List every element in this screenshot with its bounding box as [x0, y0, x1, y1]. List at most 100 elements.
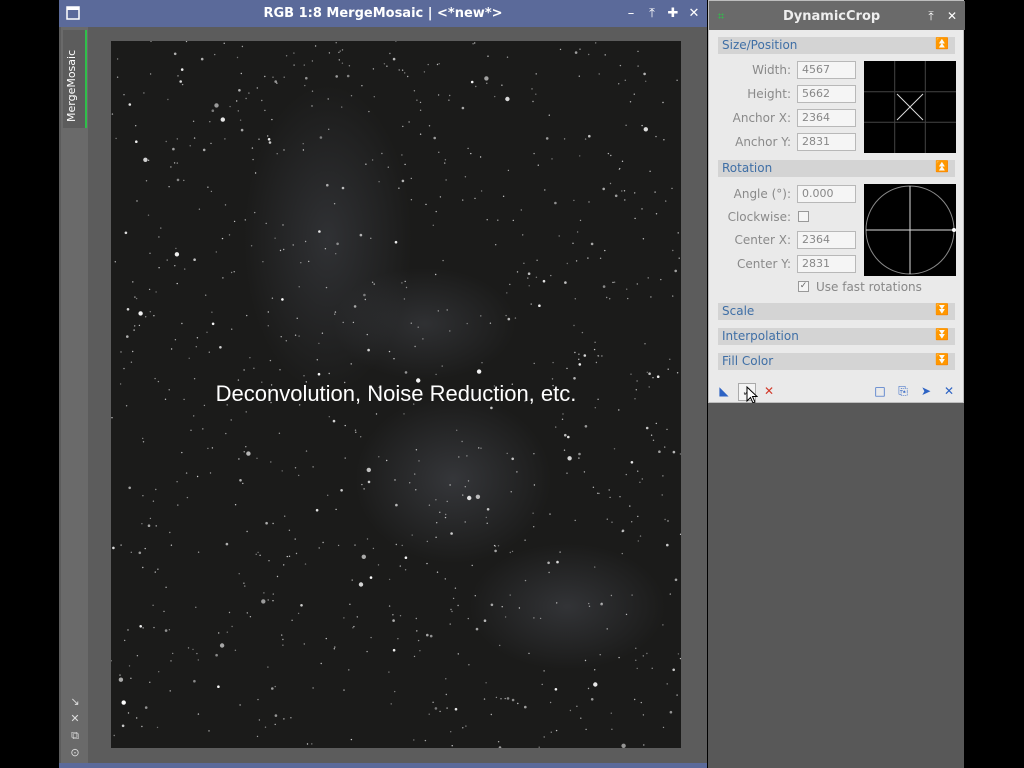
star [486, 219, 488, 221]
expand-icon[interactable]: ⏬ [935, 303, 949, 316]
star [176, 481, 178, 483]
star [567, 435, 570, 439]
center-x-field[interactable]: 2364 [797, 231, 856, 249]
star [649, 170, 651, 172]
star [425, 203, 427, 206]
star [642, 655, 644, 657]
panel-titlebar[interactable]: ⌗ DynamicCrop ⤒ ✕ [709, 1, 965, 30]
rotation-dial[interactable] [864, 184, 956, 276]
section-size-position[interactable]: Size/Position ⏫ [718, 37, 955, 54]
center-y-field[interactable]: 2831 [797, 255, 856, 273]
star [284, 515, 286, 517]
clockwise-checkbox[interactable] [798, 211, 809, 222]
star [404, 371, 408, 374]
shade-icon[interactable]: ⤒ [644, 6, 660, 22]
star [599, 654, 601, 656]
star [594, 669, 596, 671]
anchor-x-field[interactable]: 2364 [797, 109, 856, 127]
pan-icon[interactable]: ↘ [68, 695, 82, 709]
star [677, 232, 679, 234]
star [153, 626, 155, 629]
anchor-y-field[interactable]: 2831 [797, 133, 856, 151]
reset-icon[interactable]: ⎘ [895, 383, 911, 399]
star [138, 311, 143, 316]
star [559, 48, 562, 51]
star [661, 494, 663, 496]
star [114, 261, 116, 263]
track-view-icon[interactable]: ➤ [918, 383, 934, 399]
star [128, 665, 131, 667]
star [585, 728, 587, 731]
star [350, 738, 353, 741]
star [181, 83, 184, 86]
section-scale[interactable]: Scale ⏬ [718, 303, 955, 320]
expand-icon[interactable]: ⏬ [935, 328, 949, 341]
star [240, 72, 242, 75]
view-tab-mergemosaic[interactable]: MergeMosaic [63, 30, 87, 128]
preferences-icon[interactable]: ✕ [941, 383, 957, 399]
star-field-image[interactable]: Deconvolution, Noise Reduction, etc. [111, 41, 681, 748]
star [328, 416, 330, 418]
target-icon[interactable]: ⊙ [68, 746, 82, 760]
star [506, 697, 510, 700]
image-window-titlebar[interactable]: RGB 1:8 MergeMosaic | <*new*> – ⤒ ✚ ✕ [59, 0, 707, 27]
section-rotation[interactable]: Rotation ⏫ [718, 160, 955, 177]
shade-icon[interactable]: ⤒ [923, 8, 939, 24]
star [267, 599, 269, 601]
star [386, 459, 388, 462]
star [335, 75, 338, 78]
minimize-icon[interactable]: – [623, 6, 639, 22]
zoom-icon[interactable]: ✕ [68, 712, 82, 726]
star [397, 638, 399, 640]
star [403, 413, 405, 415]
star [464, 521, 466, 523]
expand-icon[interactable]: ⏬ [935, 353, 949, 366]
anchor-selector[interactable] [864, 61, 956, 153]
star [606, 296, 608, 299]
star [558, 235, 560, 237]
new-instance-icon[interactable]: ◣ [716, 383, 732, 399]
close-icon[interactable]: ✕ [686, 6, 702, 22]
maximize-icon[interactable]: ✚ [665, 6, 681, 22]
star [236, 100, 238, 102]
clone-icon[interactable]: ⧉ [68, 729, 82, 743]
star [111, 113, 114, 115]
star [399, 615, 402, 617]
star [148, 288, 151, 291]
star [177, 504, 179, 506]
collapse-icon[interactable]: ⏫ [935, 37, 949, 50]
close-icon[interactable]: ✕ [944, 8, 960, 24]
browse-documentation-icon[interactable]: □ [872, 383, 888, 399]
star [340, 489, 343, 492]
angle-field[interactable]: 0.000 [797, 185, 856, 203]
star [327, 98, 329, 100]
star [662, 475, 664, 477]
star [476, 369, 482, 374]
star [174, 339, 177, 341]
fast-rotations-checkbox[interactable]: ✓ [798, 281, 809, 292]
star [448, 99, 450, 101]
star [214, 103, 219, 108]
star [598, 73, 600, 75]
star [451, 610, 453, 613]
section-interpolation[interactable]: Interpolation ⏬ [718, 328, 955, 345]
star [535, 93, 537, 95]
star [426, 562, 428, 565]
section-fill-color[interactable]: Fill Color ⏬ [718, 353, 955, 370]
star [627, 297, 629, 300]
star [419, 133, 422, 135]
width-field[interactable]: 4567 [797, 61, 856, 79]
star [574, 298, 576, 300]
collapse-icon[interactable]: ⏫ [935, 160, 949, 173]
star [468, 664, 470, 666]
star [609, 496, 611, 499]
star [449, 484, 451, 486]
star [635, 647, 637, 649]
star [219, 346, 222, 349]
star [543, 670, 545, 672]
star [271, 297, 274, 299]
star [298, 335, 300, 337]
height-field[interactable]: 5662 [797, 85, 856, 103]
star [549, 701, 552, 704]
cancel-icon[interactable]: ✕ [761, 383, 777, 399]
